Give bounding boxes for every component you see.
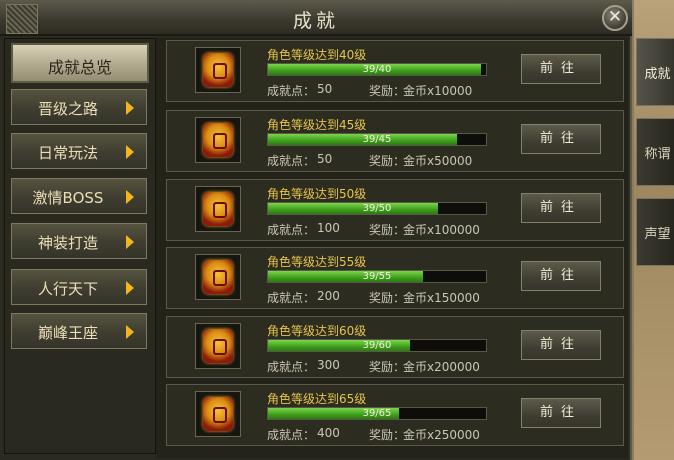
sidebar-item-boss[interactable]: 激情BOSS: [11, 178, 147, 214]
sidebar-item-label: 晋级之路: [37, 100, 98, 118]
sidebar-item-label: 巅峰王座: [37, 324, 98, 342]
points-value: 200: [317, 289, 340, 303]
points-value: 300: [317, 358, 340, 372]
achievement-icon-frame: [195, 186, 241, 232]
sidebar-item-overview[interactable]: 成就总览: [11, 43, 149, 83]
points-label: 成就点：: [267, 428, 316, 442]
achievement-icon-frame: [195, 254, 241, 300]
achievement-row: 角色等级达到55级 39/55 成就点： 200 奖励： 金币x150000 前…: [166, 247, 624, 309]
achievement-title: 角色等级达到40级: [267, 48, 367, 62]
progress-bar: 39/65: [267, 407, 487, 420]
sidebar-item-travel[interactable]: 人行天下: [11, 269, 147, 305]
points-value: 50: [317, 152, 333, 166]
sidebar-item-label: 成就总览: [47, 58, 112, 77]
reward-label: 奖励：: [369, 84, 406, 98]
go-button[interactable]: 前往: [521, 330, 601, 360]
progress-text: 39/55: [362, 271, 392, 282]
window-title: 成就: [292, 10, 339, 32]
points-value: 50: [317, 82, 333, 96]
progress-text: 39/50: [362, 203, 392, 214]
reward-label: 奖励：: [369, 291, 406, 305]
achievement-window: 成就 ✕ 成就总览 晋级之路 日常玩法 激情BOSS 神装打造 人行天下 巅峰王…: [0, 0, 632, 460]
dragon-medal-icon: [203, 329, 233, 363]
achievement-icon-frame: [195, 117, 241, 163]
sidebar-item-label: 神装打造: [37, 234, 98, 252]
tab-label: 声望: [644, 227, 671, 242]
achievement-row: 角色等级达到65级 39/65 成就点： 400 奖励： 金币x250000 前…: [166, 384, 624, 446]
reward-value: 金币x100000: [403, 223, 480, 237]
dragon-medal-icon: [203, 53, 233, 87]
progress-text: 39/60: [362, 340, 392, 351]
reward-value: 金币x150000: [403, 291, 480, 305]
sidebar-item-label: 人行天下: [37, 280, 98, 298]
progress-text: 39/45: [362, 134, 392, 145]
arrow-right-icon: [126, 235, 134, 249]
achievement-icon-frame: [195, 47, 241, 93]
achievement-row: 角色等级达到60级 39/60 成就点： 300 奖励： 金币x200000 前…: [166, 316, 624, 378]
go-button[interactable]: 前往: [521, 193, 601, 223]
achievement-title: 角色等级达到50级: [267, 187, 367, 201]
sidebar-item-label: 日常玩法: [37, 144, 98, 162]
dragon-medal-icon: [203, 123, 233, 157]
go-button[interactable]: 前往: [521, 261, 601, 291]
achievement-title: 角色等级达到60级: [267, 324, 367, 338]
arrow-right-icon: [126, 101, 134, 115]
achievement-list: 角色等级达到40级 39/40 成就点： 50 奖励： 金币x10000 前往 …: [156, 38, 628, 458]
progress-bar: 39/45: [267, 133, 487, 146]
sidebar-item-promotion[interactable]: 晋级之路: [11, 89, 147, 125]
achievement-title: 角色等级达到65级: [267, 392, 367, 406]
reward-value: 金币x250000: [403, 428, 480, 442]
points-label: 成就点：: [267, 291, 316, 305]
points-label: 成就点：: [267, 223, 316, 237]
reward-label: 奖励：: [369, 428, 406, 442]
go-button[interactable]: 前往: [521, 398, 601, 428]
tab-achievement[interactable]: 成就: [636, 38, 674, 106]
achievement-icon-frame: [195, 323, 241, 369]
points-value: 400: [317, 426, 340, 440]
progress-bar: 39/60: [267, 339, 487, 352]
reward-value: 金币x200000: [403, 360, 480, 374]
go-button[interactable]: 前往: [521, 124, 601, 154]
dragon-medal-icon: [203, 397, 233, 431]
dragon-medal-icon: [203, 192, 233, 226]
tab-reputation[interactable]: 声望: [636, 198, 674, 266]
reward-value: 金币x10000: [403, 84, 473, 98]
achievement-title: 角色等级达到55级: [267, 255, 367, 269]
achievement-row: 角色等级达到50级 39/50 成就点： 100 奖励： 金币x100000 前…: [166, 179, 624, 241]
sidebar-item-daily[interactable]: 日常玩法: [11, 133, 147, 169]
points-value: 100: [317, 221, 340, 235]
progress-text: 39/40: [362, 64, 392, 75]
points-label: 成就点：: [267, 360, 316, 374]
achievement-row: 角色等级达到40级 39/40 成就点： 50 奖励： 金币x10000 前往: [166, 40, 624, 102]
tab-label: 成就: [644, 67, 671, 82]
achievement-row: 角色等级达到45级 39/45 成就点： 50 奖励： 金币x50000 前往: [166, 110, 624, 172]
arrow-right-icon: [126, 325, 134, 339]
reward-label: 奖励：: [369, 154, 406, 168]
arrow-right-icon: [126, 281, 134, 295]
arrow-right-icon: [126, 190, 134, 204]
progress-bar: 39/50: [267, 202, 487, 215]
sidebar-item-throne[interactable]: 巅峰王座: [11, 313, 147, 349]
tab-title[interactable]: 称谓: [636, 118, 674, 186]
sidebar-item-label: 激情BOSS: [32, 189, 104, 207]
achievement-icon-frame: [195, 391, 241, 437]
go-button[interactable]: 前往: [521, 54, 601, 84]
progress-bar: 39/55: [267, 270, 487, 283]
progress-text: 39/65: [362, 408, 392, 419]
points-label: 成就点：: [267, 154, 316, 168]
achievement-title: 角色等级达到45级: [267, 118, 367, 132]
reward-label: 奖励：: [369, 223, 406, 237]
tab-label: 称谓: [644, 147, 671, 162]
dragon-medal-icon: [203, 260, 233, 294]
category-sidebar: 成就总览 晋级之路 日常玩法 激情BOSS 神装打造 人行天下 巅峰王座: [4, 38, 156, 454]
arrow-right-icon: [126, 145, 134, 159]
reward-label: 奖励：: [369, 360, 406, 374]
sidebar-item-forge[interactable]: 神装打造: [11, 223, 147, 259]
points-label: 成就点：: [267, 84, 316, 98]
reward-value: 金币x50000: [403, 154, 473, 168]
title-bar: 成就 ✕: [0, 0, 632, 36]
progress-bar: 39/40: [267, 63, 487, 76]
close-icon[interactable]: ✕: [602, 5, 628, 31]
